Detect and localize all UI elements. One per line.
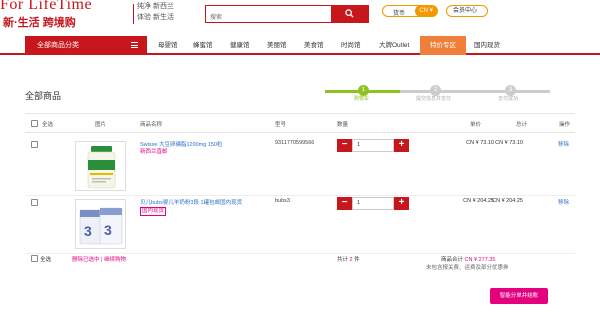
qty-minus-button[interactable]: − xyxy=(337,139,352,152)
product-sku: bubs3 xyxy=(275,198,290,204)
subtotal-note: 未包含报关费、运费及部分优惠券 xyxy=(426,265,509,271)
cart-row: Swisse 大豆卵磷脂1200mg 150粒 新西兰直邮 9311770599… xyxy=(25,136,575,196)
row-total: CN ¥ 204.25 xyxy=(492,198,523,204)
qty-plus-button[interactable]: + xyxy=(394,197,409,210)
logo-chinese: 新·生活 跨境购 xyxy=(3,17,76,29)
header-total: 总计 xyxy=(516,122,528,128)
nav-item-food[interactable]: 美食馆 xyxy=(304,36,324,55)
product-image[interactable]: 3 3 xyxy=(75,199,126,249)
header-name: 商品名称 xyxy=(140,122,163,128)
cart-row: 3 3 贝儿bubs婴儿羊奶粉3段 1罐包邮国内现货 国内现货 bubs3 − … xyxy=(25,194,575,254)
plus-icon: + xyxy=(398,197,405,208)
item-count-unit: 件 xyxy=(354,257,360,263)
step-2-label: 提交信息并支付 xyxy=(416,96,452,102)
product-image[interactable] xyxy=(75,141,126,191)
item-count: 共计 2 件 xyxy=(337,255,360,263)
main-nav: 全部商品分类 母婴馆 蜂蜜馆 健康馆 美丽馆 美食馆 时尚馆 大牌Outlet … xyxy=(0,36,600,55)
origin-tag: 新西兰直邮 xyxy=(140,149,168,155)
site-logo[interactable]: For LifeTime 新·生活 跨境购 纯净 新西兰 体验 新生活 xyxy=(0,0,180,30)
currency-selector[interactable]: 货币 CN ¥ xyxy=(382,5,438,17)
header-select-all: 全选 xyxy=(42,122,54,128)
header-sku: 型号 xyxy=(275,122,287,128)
qty-minus-button[interactable]: − xyxy=(337,197,352,210)
footer-select-all-label: 全选 xyxy=(40,257,52,263)
nav-item-mother-baby[interactable]: 母婴馆 xyxy=(158,36,178,55)
nav-item-fashion[interactable]: 时尚馆 xyxy=(341,36,361,55)
item-count-value: 2 xyxy=(349,257,353,263)
step-3-label: 支付成功 xyxy=(498,96,519,102)
product-sku: 9311770599566 xyxy=(275,140,315,146)
header-image: 图片 xyxy=(95,122,107,128)
nav-item-specials[interactable]: 特价专区 xyxy=(420,36,466,55)
product-name-link[interactable]: Swisse 大豆卵磷脂1200mg 150粒 xyxy=(140,140,223,148)
slogan: 纯净 新西兰 体验 新生活 xyxy=(137,1,174,23)
select-all-checkbox[interactable] xyxy=(31,120,38,127)
header-operation: 操作 xyxy=(559,122,571,128)
qty-plus-button[interactable]: + xyxy=(394,139,409,152)
all-categories-label: 全部商品分类 xyxy=(37,42,79,49)
bottle-image xyxy=(87,146,116,189)
product-name-link[interactable]: 贝儿bubs婴儿羊奶粉3段 1罐包邮国内现货 xyxy=(140,198,242,206)
svg-text:3: 3 xyxy=(84,223,92,239)
remove-link[interactable]: 移除 xyxy=(558,198,569,206)
row-total: CN ¥ 73.10 xyxy=(495,140,523,146)
cart-page: For LifeTime 新·生活 跨境购 纯净 新西兰 体验 新生活 货币 C… xyxy=(0,0,600,331)
logo-divider xyxy=(133,4,134,24)
minus-icon: − xyxy=(341,197,348,208)
origin-tag: 国内现货 xyxy=(140,207,167,216)
item-count-label: 共计 xyxy=(337,257,349,263)
slogan-line-1: 纯净 新西兰 xyxy=(137,3,174,10)
header-price: 单价 xyxy=(470,122,482,128)
search-button[interactable] xyxy=(331,6,368,22)
qty-input[interactable]: 1 xyxy=(352,139,394,152)
logo-english: For LifeTime xyxy=(0,0,93,13)
currency-label: 货币 xyxy=(393,11,406,17)
nav-item-outlet[interactable]: 大牌Outlet xyxy=(379,36,409,55)
cart-footer: 全选 删除已选中 | 继续购物 共计 2 件 商品合计 CN ¥ 277.35 … xyxy=(25,253,575,279)
slogan-line-2: 体验 新生活 xyxy=(137,14,174,21)
row-checkbox[interactable] xyxy=(31,199,38,206)
search-input[interactable] xyxy=(206,10,331,26)
svg-text:3: 3 xyxy=(104,222,112,238)
remove-link[interactable]: 移除 xyxy=(558,140,569,148)
cart-table-header: 全选 图片 商品名称 型号 数量 单价 总计 操作 xyxy=(25,113,575,133)
checkout-button[interactable]: 智能分单并结账 xyxy=(490,288,548,304)
order-subtotal: 商品合计 CN ¥ 277.35 xyxy=(441,255,495,263)
nav-item-honey[interactable]: 蜂蜜馆 xyxy=(193,36,213,55)
formula-can-image: 3 3 xyxy=(79,207,123,245)
plus-icon: + xyxy=(398,139,405,150)
qty-input[interactable]: 1 xyxy=(352,197,394,210)
all-categories-button[interactable]: 全部商品分类 xyxy=(25,36,147,55)
unit-price: CN ¥ 73.10 xyxy=(466,140,494,146)
nav-item-beauty[interactable]: 美丽馆 xyxy=(267,36,287,55)
nav-item-health[interactable]: 健康馆 xyxy=(230,36,250,55)
minus-icon: − xyxy=(341,139,348,150)
menu-icon xyxy=(131,42,138,48)
page-title: 全部商品 xyxy=(25,91,62,101)
nav-item-domestic-stock[interactable]: 国内现货 xyxy=(474,36,500,55)
footer-actions-link[interactable]: 删除已选中 | 继续购物 xyxy=(72,255,126,263)
row-checkbox[interactable] xyxy=(31,141,38,148)
header-qty: 数量 xyxy=(337,122,349,128)
currency-value: CN ¥ xyxy=(415,5,437,17)
search-box xyxy=(205,5,369,26)
search-icon xyxy=(345,9,354,18)
step-1-label: 购物车 xyxy=(354,96,370,102)
footer-select-all-checkbox[interactable] xyxy=(31,255,38,262)
member-center-button[interactable]: 会员中心 xyxy=(446,5,488,17)
unit-price: CN ¥ 204.25 xyxy=(463,198,494,204)
